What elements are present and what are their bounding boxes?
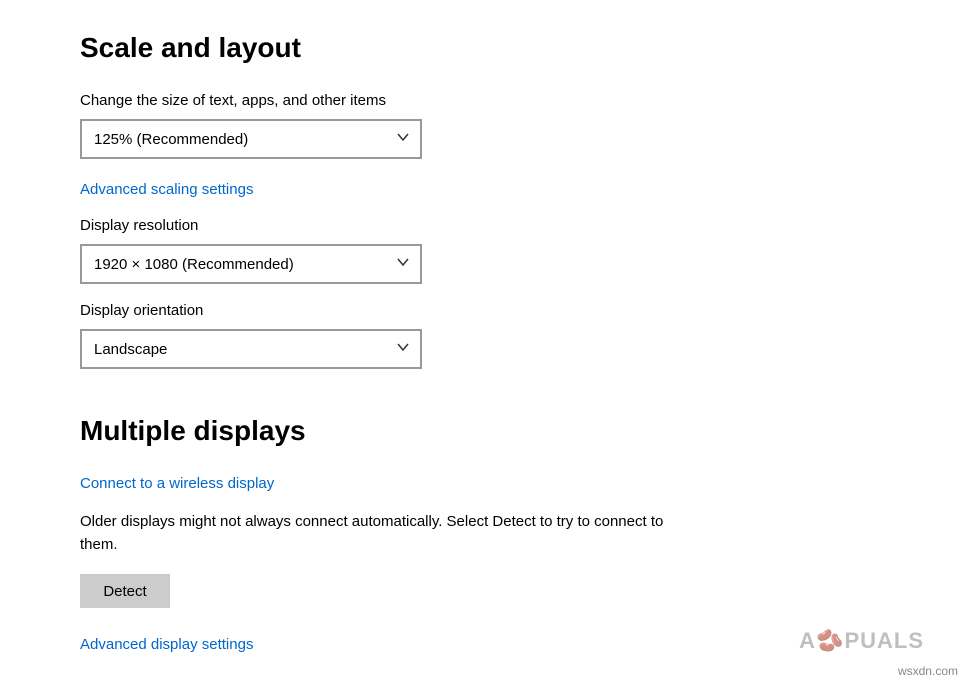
display-settings-panel: Scale and layout Change the size of text… [0,0,976,654]
chevron-down-icon [396,255,410,274]
scale-label: Change the size of text, apps, and other… [80,92,976,109]
resolution-label: Display resolution [80,217,976,234]
advanced-display-link[interactable]: Advanced display settings [80,636,253,653]
appuals-logo: A🫘PUALS [799,628,924,654]
scale-dropdown[interactable]: 125% (Recommended) [80,119,422,159]
wsxdn-watermark: wsxdn.com [898,664,958,678]
resolution-dropdown-value: 1920 × 1080 (Recommended) [94,256,294,273]
orientation-dropdown[interactable]: Landscape [80,329,422,369]
scale-layout-heading: Scale and layout [80,32,976,64]
older-displays-text: Older displays might not always connect … [80,511,670,556]
multiple-displays-heading: Multiple displays [80,415,976,447]
orientation-label: Display orientation [80,302,976,319]
chevron-down-icon [396,340,410,359]
advanced-scaling-link[interactable]: Advanced scaling settings [80,181,253,198]
scale-dropdown-value: 125% (Recommended) [94,131,248,148]
resolution-dropdown[interactable]: 1920 × 1080 (Recommended) [80,244,422,284]
connect-wireless-link[interactable]: Connect to a wireless display [80,475,274,492]
detect-button[interactable]: Detect [80,574,170,608]
chevron-down-icon [396,130,410,149]
orientation-dropdown-value: Landscape [94,341,167,358]
